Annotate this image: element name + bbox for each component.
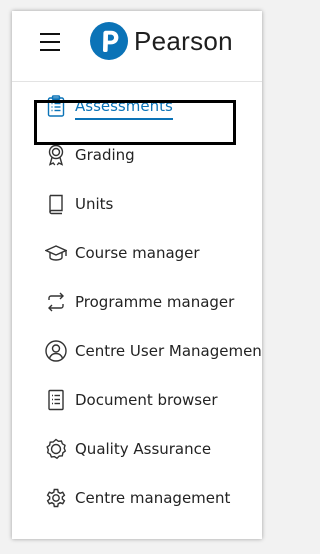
keyboard-focus-outline — [34, 100, 236, 145]
swap-arrows-icon — [45, 291, 67, 313]
brand-name: Pearson — [134, 25, 233, 56]
nav-item-label: Grading — [75, 145, 135, 164]
document-list-icon — [45, 389, 67, 411]
nav-item-course-manager[interactable]: Course manager — [12, 228, 262, 277]
nav-item-label: Units — [75, 194, 114, 213]
graduation-cap-icon — [45, 242, 67, 264]
nav-item-centre-management[interactable]: Centre management — [12, 473, 262, 522]
book-icon — [45, 193, 67, 215]
award-ribbon-icon — [45, 144, 67, 166]
nav-item-quality-assurance[interactable]: Quality Assurance — [12, 424, 262, 473]
nav-item-document-browser[interactable]: Document browser — [12, 375, 262, 424]
pearson-logo-mark-icon — [90, 22, 128, 60]
side-navigation-panel: Pearson Assessments Grading Units Course… — [12, 11, 262, 539]
nav-item-label: Programme manager — [75, 292, 235, 311]
nav-item-programme-manager[interactable]: Programme manager — [12, 277, 262, 326]
nav-item-label: Course manager — [75, 243, 200, 262]
gear-icon — [45, 487, 67, 509]
nav-item-label: Centre management — [75, 488, 231, 507]
nav-item-centre-user-management[interactable]: Centre User Management — [12, 326, 262, 375]
badge-check-icon — [45, 438, 67, 460]
nav-item-label: Centre User Management — [75, 341, 262, 360]
nav-item-label: Quality Assurance — [75, 439, 212, 458]
pearson-logo[interactable]: Pearson — [90, 21, 233, 61]
nav-item-label: Document browser — [75, 390, 218, 409]
user-circle-icon — [45, 339, 67, 362]
nav-item-units[interactable]: Units — [12, 179, 262, 228]
hamburger-menu-icon[interactable] — [40, 33, 60, 51]
nav-header: Pearson — [12, 11, 262, 82]
nav-menu: Assessments Grading Units Course manager… — [12, 81, 262, 522]
